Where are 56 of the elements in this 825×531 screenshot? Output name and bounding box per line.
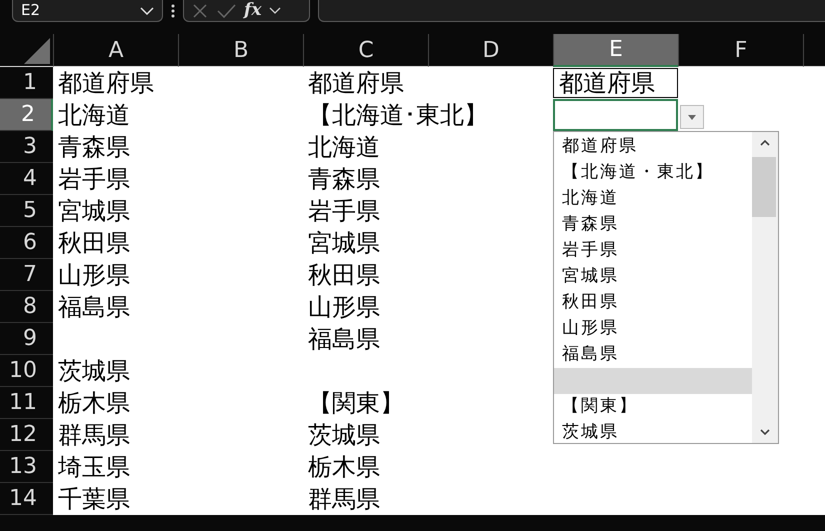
table-cell-text: 栃木県 bbox=[57, 388, 131, 418]
scrollbar[interactable] bbox=[752, 132, 778, 443]
active-cell[interactable] bbox=[553, 99, 678, 131]
dropdown-option[interactable]: 岩手県 bbox=[554, 238, 752, 264]
column-header[interactable]: E bbox=[553, 34, 678, 67]
dropdown-option[interactable]: 都道府県 bbox=[554, 134, 752, 160]
table-cell-text: 青森県 bbox=[307, 164, 381, 194]
row-header[interactable]: 2 bbox=[0, 99, 53, 131]
insert-function-button[interactable]: fx bbox=[244, 2, 262, 19]
scrollbar-thumb[interactable] bbox=[752, 157, 776, 217]
table-cell-text: 群馬県 bbox=[57, 420, 131, 450]
table-cell-text: 秋田県 bbox=[307, 260, 381, 290]
dropdown-option[interactable]: 秋田県 bbox=[554, 290, 752, 316]
dropdown-option[interactable]: 【関東】 bbox=[554, 394, 752, 420]
table-cell-text: 宮城県 bbox=[57, 196, 131, 226]
triangle-icon bbox=[24, 38, 50, 64]
table-cell-text: 埼玉県 bbox=[57, 452, 131, 482]
table-cell-text: 山形県 bbox=[57, 260, 131, 290]
table-cell-text: 都道府県 bbox=[307, 68, 405, 98]
chevron-down-icon bbox=[140, 6, 154, 14]
chevron-up-icon[interactable] bbox=[760, 140, 770, 146]
dropdown-option[interactable]: 宮城県 bbox=[554, 264, 752, 290]
triangle-down-icon bbox=[688, 114, 696, 120]
table-cell-text: 茨城県 bbox=[307, 420, 381, 450]
formula-input[interactable] bbox=[318, 0, 825, 22]
dropdown-option[interactable]: 【北海道・東北】 bbox=[554, 160, 752, 186]
dropdown-option[interactable]: 山形県 bbox=[554, 316, 752, 342]
table-cell-text: 都道府県 bbox=[57, 68, 155, 98]
table-cell-text: 山形県 bbox=[307, 292, 381, 322]
table-cell-text: 北海道 bbox=[307, 132, 381, 162]
table-cell-text: 群馬県 bbox=[307, 484, 381, 514]
table-cell-text: 秋田県 bbox=[57, 228, 131, 258]
table-cell-text: 岩手県 bbox=[57, 164, 131, 194]
table-cell-text: 千葉県 bbox=[57, 484, 131, 514]
dropdown-option[interactable]: 福島県 bbox=[554, 342, 752, 368]
table-cell-text: 茨城県 bbox=[57, 356, 131, 386]
name-box[interactable]: E2 bbox=[12, 0, 163, 22]
chevron-down-icon[interactable] bbox=[760, 429, 770, 435]
table-cell-text: 岩手県 bbox=[307, 196, 381, 226]
table-cell-text: 【関東】 bbox=[307, 388, 405, 418]
table-cell-text: 福島県 bbox=[307, 324, 381, 354]
table-cell-text: 【北海道･東北】 bbox=[307, 100, 489, 130]
cell-reference: E2 bbox=[21, 3, 40, 18]
dropdown-option[interactable]: 青森県 bbox=[554, 212, 752, 238]
dropdown-option[interactable]: 茨城県 bbox=[554, 420, 752, 446]
checkmark-icon[interactable] bbox=[216, 2, 236, 18]
table-cell-text: 福島県 bbox=[57, 292, 131, 322]
table-cell-text: 宮城県 bbox=[307, 228, 381, 258]
table-cell: 都道府県 bbox=[553, 68, 678, 98]
dropdown-option[interactable]: 北海道 bbox=[554, 186, 752, 212]
more-options-icon[interactable] bbox=[171, 4, 175, 18]
table-cell-text: 青森県 bbox=[57, 132, 131, 162]
dropdown-button[interactable] bbox=[680, 105, 704, 129]
table-cell-text: 栃木県 bbox=[307, 452, 381, 482]
close-icon[interactable] bbox=[192, 2, 208, 18]
table-cell-text: 北海道 bbox=[57, 100, 131, 130]
